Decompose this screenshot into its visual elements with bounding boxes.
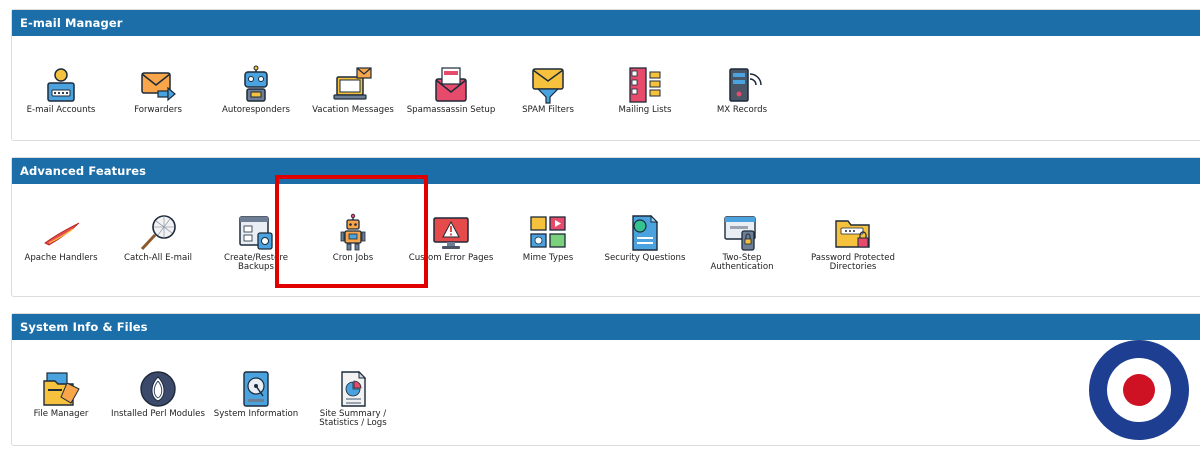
two-step-auth-icon [724, 216, 756, 251]
installed-perl-modules-item[interactable]: Installed Perl Modules [110, 369, 206, 419]
mime-types-label: Mime Types [522, 253, 574, 263]
cron-jobs-highlight-box [275, 175, 428, 288]
filter-mail-icon [532, 68, 564, 104]
robot-icon [244, 65, 268, 102]
system-information-label: System Information [213, 409, 299, 419]
email-manager-header: E-mail Manager [12, 10, 1200, 36]
forwarders-label: Forwarders [134, 105, 182, 115]
perl-onion-icon [140, 371, 176, 407]
apache-handlers-item[interactable]: Apache Handlers [13, 213, 109, 263]
advanced-features-items: Apache Handlers Catch-All E-mail Create/… [12, 184, 1200, 296]
backup-window-icon [239, 216, 273, 250]
mailing-list-icon [629, 67, 661, 103]
security-questions-label: Security Questions [604, 253, 686, 263]
system-info-items: File Manager Installed Perl Modules Syst… [12, 340, 1200, 445]
server-wifi-icon [729, 68, 762, 102]
forwarders-item[interactable]: Forwarders [110, 65, 206, 115]
locked-folder-icon [835, 220, 870, 248]
file-manager-label: File Manager [33, 409, 89, 419]
mx-records-item[interactable]: MX Records [694, 65, 790, 115]
laptop-mail-icon [333, 67, 372, 100]
catch-all-email-item[interactable]: Catch-All E-mail [110, 213, 206, 263]
hard-drive-icon [243, 371, 269, 407]
site-summary-item[interactable]: Site Summary / Statistics / Logs [305, 369, 401, 427]
roundel-red-center [1123, 374, 1155, 406]
advanced-features-panel: Advanced Features Apache Handlers Catch-… [11, 157, 1200, 297]
email-accounts-item[interactable]: E-mail Accounts [13, 65, 109, 115]
error-monitor-icon [433, 217, 469, 249]
media-types-icon [530, 216, 566, 248]
password-protected-directories-item[interactable]: Password Protected Directories [805, 213, 901, 271]
file-manager-icon [43, 372, 80, 406]
roundel-logo [1089, 340, 1189, 440]
spamassassin-setup-label: Spamassassin Setup [406, 105, 496, 115]
mailing-lists-label: Mailing Lists [618, 105, 672, 115]
email-accounts-icon [47, 68, 75, 102]
system-info-header: System Info & Files [12, 314, 1200, 340]
vacation-messages-label: Vacation Messages [312, 105, 394, 115]
file-manager-item[interactable]: File Manager [13, 369, 109, 419]
spam-filters-item[interactable]: SPAM Filters [500, 65, 596, 115]
installed-perl-modules-label: Installed Perl Modules [111, 409, 205, 419]
apache-handlers-label: Apache Handlers [24, 253, 98, 263]
vacation-messages-item[interactable]: Vacation Messages [305, 65, 401, 115]
spam-mail-icon [435, 67, 467, 102]
apache-feather-icon [44, 222, 80, 246]
password-protected-directories-label: Password Protected Directories [811, 253, 895, 272]
forward-mail-icon [141, 72, 176, 102]
catch-all-email-label: Catch-All E-mail [123, 253, 193, 263]
security-document-icon [632, 214, 659, 251]
system-info-panel: System Info & Files File Manager Install… [11, 313, 1200, 446]
autoresponders-label: Autoresponders [222, 105, 290, 115]
advanced-features-header: Advanced Features [12, 158, 1200, 184]
stats-document-icon [341, 370, 367, 407]
spam-filters-label: SPAM Filters [522, 105, 574, 115]
two-step-authentication-label: Two-Step Authentication [710, 253, 774, 272]
system-information-item[interactable]: System Information [208, 369, 304, 419]
mx-records-label: MX Records [716, 105, 768, 115]
net-catch-icon [140, 215, 176, 251]
mailing-lists-item[interactable]: Mailing Lists [597, 65, 693, 115]
autoresponders-item[interactable]: Autoresponders [208, 65, 304, 115]
email-accounts-label: E-mail Accounts [26, 105, 96, 115]
mime-types-item[interactable]: Mime Types [500, 213, 596, 263]
email-manager-panel: E-mail Manager E-mail Accounts Forwarder… [11, 9, 1200, 141]
site-summary-label: Site Summary / Statistics / Logs [319, 409, 387, 428]
security-questions-item[interactable]: Security Questions [597, 213, 693, 263]
two-step-authentication-item[interactable]: Two-Step Authentication [694, 213, 790, 271]
email-manager-items: E-mail Accounts Forwarders Autoresponder [12, 36, 1200, 140]
spamassassin-setup-item[interactable]: Spamassassin Setup [403, 65, 499, 115]
